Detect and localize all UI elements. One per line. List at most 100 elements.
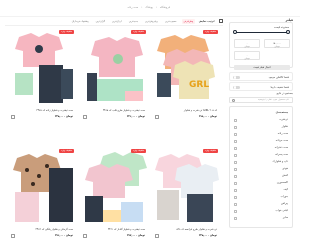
category-item[interactable]: اکسسوری	[277, 181, 288, 184]
min-price-field-2[interactable]: ۰ تومان	[234, 51, 260, 60]
in-stock-toggle[interactable]	[233, 75, 240, 79]
product-card[interactable]: تخفیف ویژه ست گرمکن و شلوار پلنگی کد ۳۴۸…	[9, 148, 75, 245]
max-price-field[interactable]: ۱۵۰,۰۰۰ تومان	[264, 39, 290, 48]
product-card[interactable]: تخفیف ویژه تی شرت و شلوار طرح فرانسه کد …	[153, 148, 219, 245]
svg-text:GRL: GRL	[189, 80, 209, 90]
category-checkbox[interactable]	[234, 125, 237, 129]
category-item[interactable]: ست زنانه	[278, 132, 288, 135]
add-to-cart-icon[interactable]	[11, 234, 15, 238]
product-title[interactable]: ست تیشرت و شلوار گلدار کد ۳۴۶۱	[108, 228, 145, 231]
product-title[interactable]: ست تیشرت و شلوار طرح قلب کد ۳۴۸۵	[103, 109, 145, 112]
sort-option[interactable]: جدیدترین	[127, 19, 139, 24]
category-item[interactable]: سایر	[283, 216, 288, 219]
product-image[interactable]: تخفیف ویژه	[9, 29, 75, 105]
discount-badge: تخفیف ویژه	[59, 149, 74, 153]
product-image[interactable]: تخفیف ویژه	[9, 148, 75, 224]
discount-badge: تخفیف ویژه	[59, 30, 74, 34]
category-checkbox[interactable]	[234, 216, 237, 220]
breadcrumb-item[interactable]: فروشگاه	[160, 5, 170, 10]
category-checkbox[interactable]	[234, 153, 237, 157]
on-sale-label: فقط تخفیف دارها	[270, 86, 289, 89]
category-checkbox[interactable]	[234, 167, 237, 171]
breadcrumb: ست زنانه › پوشاک › فروشگاه	[98, 5, 170, 10]
category-checkbox[interactable]	[234, 118, 237, 122]
category-item[interactable]: کیف	[283, 188, 288, 191]
category-item[interactable]: پیراهن	[281, 202, 288, 205]
filter-sidebar: فیلتر محدوده قیمت ۰ تومان ۱۵۰,۰۰۰ تومان …	[229, 14, 293, 244]
category-checkbox[interactable]	[234, 209, 237, 213]
product-price: ۲۴۵,۰۰۰ تومان	[54, 115, 73, 118]
product-price: ۲۷۷,۰۰۰ تومان	[126, 234, 145, 237]
category-list-box: دسته‌بندی تی‌شرت شلوار ست زنانه ست مردان…	[229, 106, 293, 228]
sort-option[interactable]: محبوب‌ترین	[163, 19, 178, 24]
product-photo	[9, 148, 75, 224]
discount-badge: تخفیف ویژه	[131, 149, 146, 153]
category-checkbox[interactable]	[234, 188, 237, 192]
category-item[interactable]: کفش	[282, 174, 288, 177]
price-slider-min-handle[interactable]	[233, 30, 237, 34]
add-to-cart-icon[interactable]	[155, 115, 159, 119]
category-item[interactable]: ست مردانه	[276, 139, 288, 142]
product-card[interactable]: تخفیف ویژه ست تیشرت و شلوار زنانه کد ۳۴۷…	[9, 29, 75, 126]
breadcrumb-item[interactable]: ست زنانه	[127, 5, 138, 10]
category-checkbox[interactable]	[234, 146, 237, 150]
sort-option[interactable]: پرفروش‌ترین	[143, 19, 159, 24]
price-slider-max-handle[interactable]	[286, 30, 290, 34]
category-checkbox[interactable]	[234, 195, 237, 199]
max-price-currency: تومان	[274, 45, 280, 48]
product-image[interactable]: تخفیف ویژه	[153, 148, 219, 224]
category-item[interactable]: ست پسرانه	[275, 153, 288, 156]
add-to-cart-icon[interactable]	[83, 115, 87, 119]
sort-bar: پیشنهاد خریداران گران‌ترین ارزان‌ترین جد…	[5, 17, 223, 26]
category-checkbox[interactable]	[234, 160, 237, 164]
category-checkbox[interactable]	[234, 181, 237, 185]
category-checkbox[interactable]	[234, 132, 237, 136]
product-price: ۲۳۶,۰۰۰ تومان	[126, 115, 145, 118]
add-to-cart-icon[interactable]	[155, 234, 159, 238]
product-photo	[81, 29, 147, 105]
product-image[interactable]: تخفیف ویژه	[81, 148, 147, 224]
add-to-cart-icon[interactable]	[83, 234, 87, 238]
category-checkbox[interactable]	[234, 139, 237, 143]
product-title[interactable]: تی شرت و شلوار GIRL کد ۲۰۵	[184, 109, 217, 112]
sort-option[interactable]: ارزان‌ترین	[110, 19, 123, 24]
on-sale-toggle[interactable]	[233, 85, 240, 89]
category-item[interactable]: شلوار	[282, 125, 288, 128]
product-card[interactable]: تخفیف ویژه ست تیشرت و شلوار طرح قلب کد ۳…	[81, 29, 147, 126]
price-filter-box: محدوده قیمت ۰ تومان ۱۵۰,۰۰۰ تومان ۰ توما…	[229, 22, 293, 70]
discount-badge: تخفیف ویژه	[203, 149, 218, 153]
min-price-currency: تومان	[244, 57, 250, 60]
category-item[interactable]: تاپ و شلوارک	[272, 160, 288, 163]
product-card[interactable]: تخفیف ویژه ست تیشرت و شلوار گلدار کد ۳۴۶…	[81, 148, 147, 245]
product-card[interactable]: GRL تخفیف ویژه تی شرت و شلوار GIRL کد ۲۰…	[153, 29, 219, 126]
in-stock-label: فقط کالاهای موجود	[268, 76, 289, 79]
on-sale-toggle-row[interactable]: فقط تخفیف دارها	[229, 82, 293, 91]
product-title[interactable]: ست تیشرت و شلوار زنانه کد ۳۴۷۵	[36, 109, 73, 112]
category-item[interactable]: تی‌شرت	[279, 118, 288, 121]
category-checkbox[interactable]	[234, 202, 237, 206]
product-title[interactable]: ست گرمکن و شلوار پلنگی کد ۳۴۸۲	[36, 228, 73, 231]
product-image[interactable]: GRL تخفیف ویژه	[153, 29, 219, 105]
category-heading: دسته‌بندی	[275, 111, 288, 114]
category-checkbox[interactable]	[234, 174, 237, 178]
search-icon[interactable]	[232, 99, 235, 102]
in-stock-toggle-row[interactable]: فقط کالاهای موجود	[229, 72, 293, 81]
add-to-cart-icon[interactable]	[11, 115, 15, 119]
breadcrumb-separator: ›	[155, 5, 157, 9]
search-in-results-input[interactable]: نام محصول مورد نظر را بنویسید	[229, 97, 293, 103]
product-image[interactable]: تخفیف ویژه	[81, 29, 147, 105]
category-item[interactable]: جوراب	[281, 195, 288, 198]
category-item[interactable]: ست دخترانه	[275, 146, 288, 149]
apply-price-filter-button[interactable]: اعمال فیلتر قیمت	[234, 65, 290, 70]
min-price-field[interactable]: ۰ تومان	[234, 39, 260, 48]
price-slider-track[interactable]	[234, 32, 288, 33]
breadcrumb-item[interactable]: پوشاک	[145, 5, 153, 10]
discount-badge: تخفیف ویژه	[131, 30, 146, 34]
category-item[interactable]: هودی	[282, 167, 288, 170]
product-title[interactable]: تی شرت و شلوار طرح فرانسه کد ۵۲۸	[176, 228, 217, 231]
price-filter-label: محدوده قیمت	[273, 26, 289, 29]
sort-option-active[interactable]: پیش‌فرض	[181, 18, 195, 24]
category-item[interactable]: لباس خواب	[276, 209, 288, 212]
sort-option[interactable]: پیشنهاد خریداران	[70, 19, 90, 24]
sort-option[interactable]: گران‌ترین	[94, 19, 106, 24]
